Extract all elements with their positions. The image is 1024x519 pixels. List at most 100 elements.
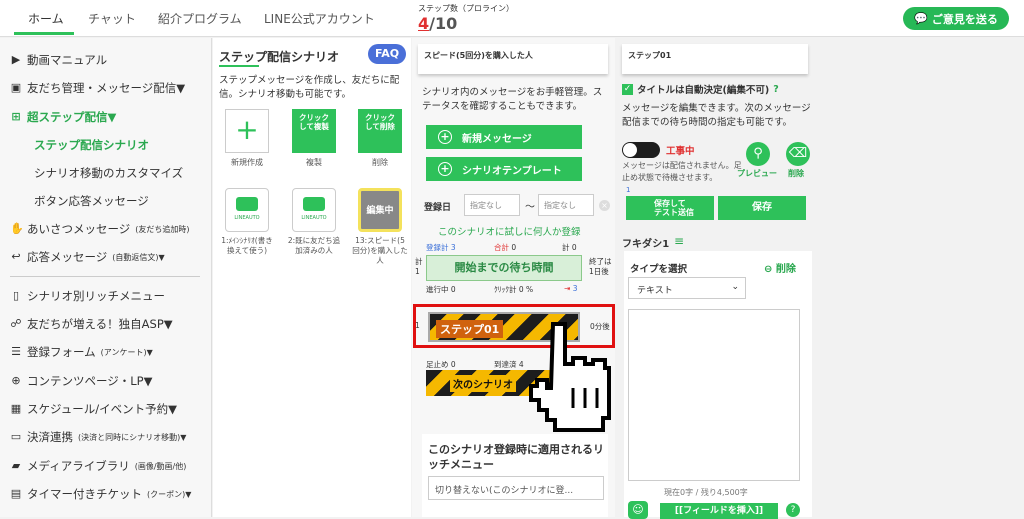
sidebar-item-greeting[interactable]: ✋ あいさつメッセージ (友だち追加時) xyxy=(10,221,190,237)
scenario-thumb-2[interactable]: LINEAUTO xyxy=(292,188,336,232)
title-auto-checkbox[interactable]: ✓ タイトルは自動決定(編集不可)? xyxy=(622,82,779,96)
ticket-icon: ▤ xyxy=(10,487,22,500)
feedback-button[interactable]: 💬 ご意見を送る xyxy=(903,7,1009,30)
sidebar-item-sub: (友だち追加時) xyxy=(135,224,190,234)
sidebar-item-label: シナリオ移動のカスタマイズ xyxy=(34,166,184,180)
sidebar-item-super-step[interactable]: ⊞ 超ステップ配信▼ xyxy=(10,109,116,125)
delete-label: 削除 xyxy=(372,158,388,167)
plus-icon: + xyxy=(438,130,452,144)
new-message-button[interactable]: + 新規メッセージ xyxy=(426,125,582,149)
new-message-label: 新規メッセージ xyxy=(462,133,532,145)
help-icon[interactable]: ? xyxy=(786,503,800,517)
logo-text: LINEAUTO xyxy=(234,215,260,221)
sidebar-item-label: あいさつメッセージ xyxy=(27,222,131,236)
sidebar-item-media[interactable]: ▰ メディアライブラリ (画像/動画/他) xyxy=(10,458,187,474)
test-register-link[interactable]: このシナリオに試しに何人か登録 xyxy=(438,224,581,238)
new-label: 新規作成 xyxy=(231,158,263,167)
sidebar-item-schedule[interactable]: ▦ スケジュール/イベント予約▼ xyxy=(10,401,177,417)
rich-menu-select[interactable]: 切り替えない(このシナリオに登... xyxy=(428,476,604,500)
sidebar-item-form[interactable]: ☰ 登録フォーム (アンケート)▼ xyxy=(10,344,153,360)
sidebar-item-scenario-move[interactable]: シナリオ移動のカスタマイズ xyxy=(34,165,183,181)
sidebar-item-auto-reply[interactable]: ↩ 応答メッセージ (自動返信文)▼ xyxy=(10,249,164,265)
construction-toggle[interactable] xyxy=(622,142,660,158)
char-count: 現在0字 / 残り4,500字 xyxy=(664,488,748,497)
sidebar-item-label: 動画マニュアル xyxy=(27,53,108,67)
delete-step-button[interactable]: ⌫ xyxy=(786,142,810,166)
bubble-delete-label: 削除 xyxy=(775,264,796,275)
help-icon[interactable]: ? xyxy=(773,84,779,95)
video-icon: ▶ xyxy=(11,53,21,66)
nav-home[interactable]: ホーム xyxy=(28,10,64,27)
top-bar: ホーム チャット 紹介プログラム LINE公式アカウント ステップ数（プロライン… xyxy=(0,0,1024,37)
sidebar-item-rich-menu[interactable]: ▯ シナリオ別リッチメニュー xyxy=(10,288,165,304)
date-from-input[interactable]: 指定なし xyxy=(464,194,520,216)
save-and-test-button[interactable]: 保存して テスト送信 xyxy=(626,196,714,220)
trash-icon: ⌫ xyxy=(788,146,808,161)
scenario-thumb-13[interactable]: 編集中 xyxy=(358,188,402,232)
sidebar-item-step-scenario[interactable]: ステップ配信シナリオ xyxy=(34,137,149,153)
scenario-detail-panel: スピード(5回分)を購入した人 シナリオ内のメッセージをお手軽管理。ステータスを… xyxy=(412,38,615,517)
duplicate-button[interactable]: クリック して複製 xyxy=(292,109,336,153)
delete-scenario-button[interactable]: クリック して削除 xyxy=(358,109,402,153)
sidebar-item-content[interactable]: ⊕ コンテンツページ・LP▼ xyxy=(10,373,152,389)
hierarchy-icon: ⊞ xyxy=(11,110,21,123)
handshake-icon: ☍ xyxy=(10,317,22,330)
chevron-down-icon: ⌄ xyxy=(731,282,739,292)
save-button[interactable]: 保存 xyxy=(718,196,806,220)
sidebar-item-button-reply[interactable]: ボタン応答メッセージ xyxy=(34,193,149,209)
faq-button[interactable]: FAQ xyxy=(368,44,406,64)
sidebar-item-asp[interactable]: ☍ 友だちが増える！独自ASP▼ xyxy=(10,316,172,332)
plus-icon: + xyxy=(438,162,452,176)
sidebar-item-ticket[interactable]: ▤ タイマー付きチケット (クーポン)▼ xyxy=(10,486,192,502)
next-scenario-label: 次のシナリオ xyxy=(450,375,516,392)
wait-time-button[interactable]: 開始までの待ち時間 xyxy=(426,255,582,281)
type-label: タイプを選択 xyxy=(630,264,688,275)
stat-stopped: 足止め 0 xyxy=(426,359,456,370)
date-to-input[interactable]: 指定なし xyxy=(538,194,594,216)
sidebar-item-label: 超ステップ配信▼ xyxy=(27,110,117,124)
preview-button[interactable]: ⚲ xyxy=(746,142,770,166)
folder-icon: ▰ xyxy=(11,459,21,472)
sidebar-item-payment[interactable]: ▭ 決済連携 (決済と同時にシナリオ移動)▼ xyxy=(10,429,187,445)
step-count-label: ステップ数（プロライン） xyxy=(418,4,514,13)
stat-label: 到達済 xyxy=(494,360,517,369)
side-label: 計 xyxy=(415,257,423,266)
delete-step-label: 削除 xyxy=(788,169,804,178)
sidebar-item-label: ステップ配信シナリオ xyxy=(34,138,149,152)
stat-value: 3 xyxy=(572,284,578,293)
sidebar-item-label: メディアライブラリ xyxy=(27,459,130,473)
stat-registered: 登録計 3 xyxy=(426,242,456,253)
sidebar-item-sub: (決済と同時にシナリオ移動)▼ xyxy=(78,432,187,442)
step-title-field[interactable]: ステップ01 xyxy=(622,44,808,74)
clear-icon[interactable]: × xyxy=(599,200,610,211)
new-scenario-button[interactable]: + xyxy=(225,109,269,153)
editing-badge: 編集中 xyxy=(366,206,394,216)
scenario-template-button[interactable]: + シナリオテンプレート xyxy=(426,157,582,181)
stat-value: 0 % xyxy=(518,285,534,294)
stat-in-progress: 進行中 0 xyxy=(426,284,456,295)
end-value: 1日後 xyxy=(589,267,609,276)
sidebar: ▶ 動画マニュアル ▣ 友だち管理・メッセージ配信▼ ⊞ 超ステップ配信▼ ステップ配… xyxy=(0,38,212,517)
nav-home-underline xyxy=(14,32,74,35)
scenario-name-field[interactable]: スピード(5回分)を購入した人 xyxy=(418,44,608,74)
date-tilde: 〜 xyxy=(525,202,535,213)
scenario-thumb-1[interactable]: LINEAUTO xyxy=(225,188,269,232)
end-label: 終了は xyxy=(589,257,612,266)
sidebar-item-friends[interactable]: ▣ 友だち管理・メッセージ配信▼ xyxy=(10,80,185,96)
nav-chat[interactable]: チャット xyxy=(88,10,136,27)
sidebar-divider xyxy=(10,276,200,277)
message-textarea[interactable] xyxy=(628,309,800,481)
exit-icon: ⇥ xyxy=(564,284,571,293)
bubble-delete-button[interactable]: ⊖ 削除 xyxy=(764,260,796,275)
nav-line-account[interactable]: LINE公式アカウント xyxy=(264,10,375,27)
calendar-icon: ▦ xyxy=(10,402,22,415)
sidebar-item-manual[interactable]: ▶ 動画マニュアル xyxy=(10,52,107,68)
nav-referral[interactable]: 紹介プログラム xyxy=(158,10,242,27)
stat-total: 合計 0 xyxy=(494,242,516,253)
sidebar-item-sub: (画像/動画/他) xyxy=(134,461,187,471)
emoji-button[interactable]: ☺ xyxy=(628,501,648,519)
stat-clicks: ｸﾘｯｸ計 0 % xyxy=(494,284,533,295)
type-select[interactable]: テキスト ⌄ xyxy=(628,277,746,299)
drag-handle-icon[interactable]: ≡ xyxy=(674,234,684,248)
chat-icon xyxy=(303,197,325,211)
